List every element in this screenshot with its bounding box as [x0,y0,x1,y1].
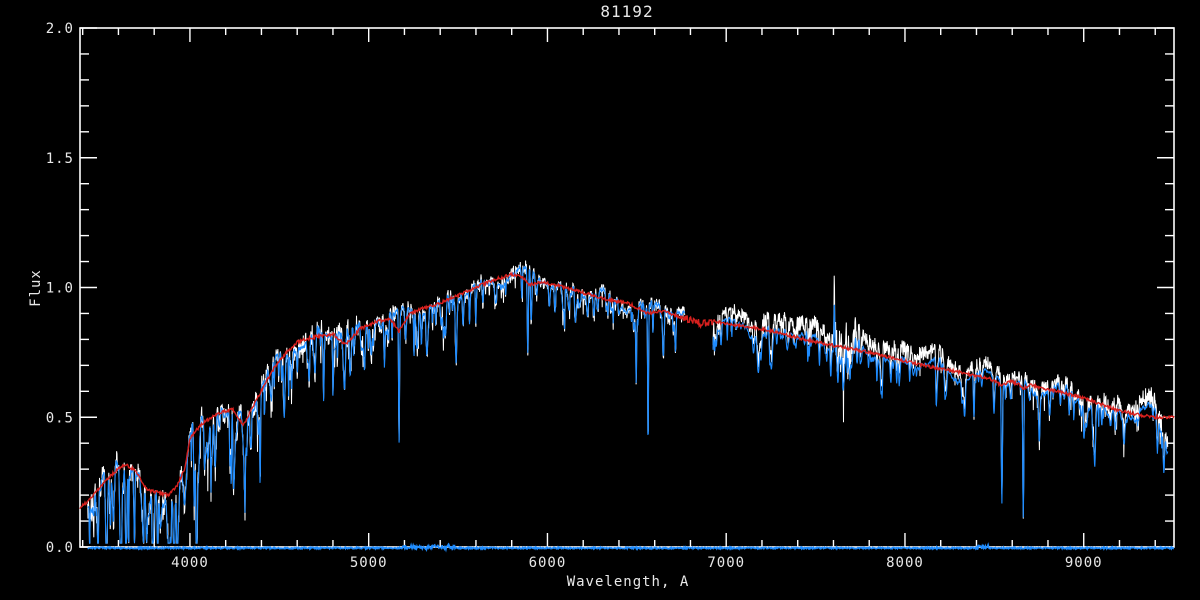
y-axis-label: Flux [28,269,44,307]
chart-title: 81192 [600,2,653,21]
x-tick-label: 4000 [171,555,209,571]
x-tick-label: 9000 [1065,555,1103,571]
y-tick-label: 1.0 [46,281,74,297]
x-tick-label: 7000 [707,555,745,571]
y-tick-label: 1.5 [46,151,74,167]
spectrum-figure: 4000 5000 6000 7000 8000 9000 0.0 0.5 1.0 1.5 2.0 … [0,0,1200,600]
x-tick-label: 6000 [529,555,567,571]
y-tick-label: 2.0 [46,21,74,37]
x-axis-label: Wavelength, A [567,574,690,590]
plot-background [0,0,1200,600]
y-tick-label: 0.5 [46,410,74,426]
spectrum-chart: 4000 5000 6000 7000 8000 90000.00.51.01.52.0 … [0,0,1200,600]
x-tick-label: 5000 [350,555,388,571]
x-tick-label: 8000 [886,555,924,571]
y-tick-label: 0.0 [46,540,74,556]
